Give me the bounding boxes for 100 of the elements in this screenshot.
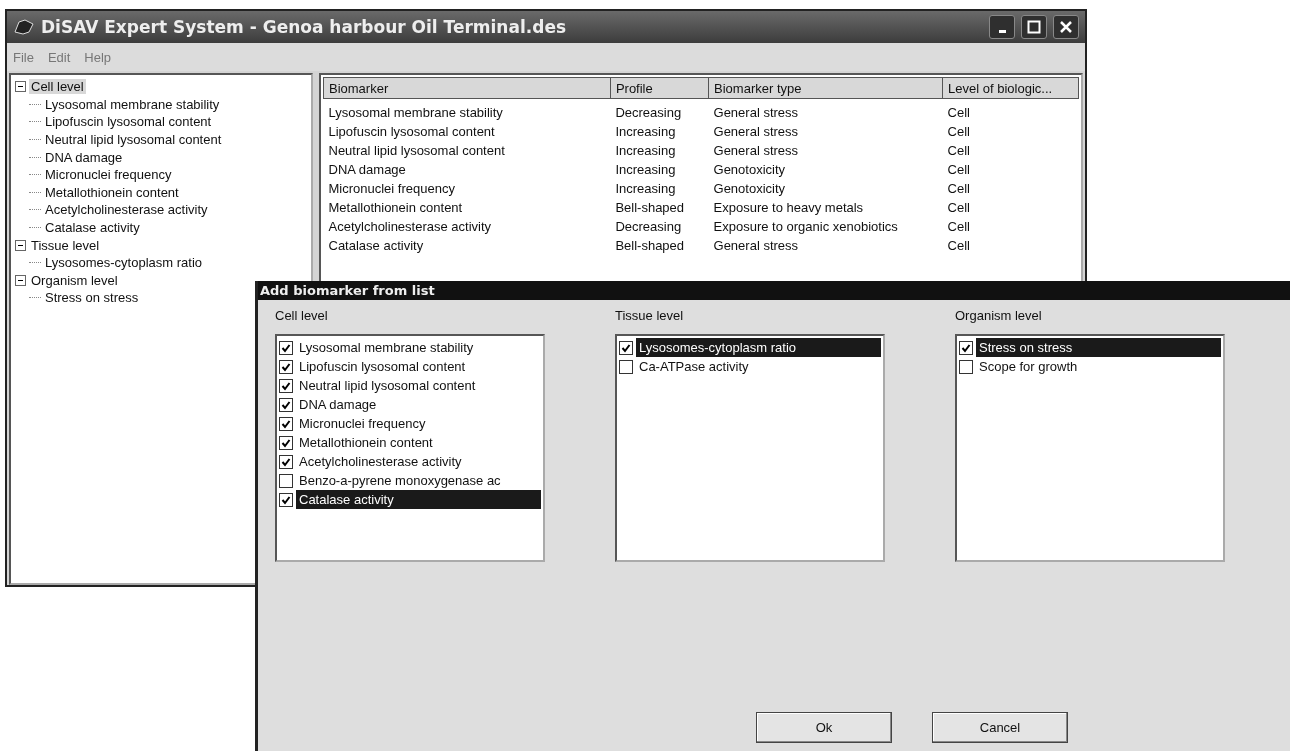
list-item[interactable]: Ca-ATPase activity xyxy=(636,357,881,376)
tree-node[interactable]: Metallothionein content xyxy=(43,184,181,200)
dialog-button[interactable]: Ok xyxy=(756,712,892,743)
table-cell: Cell xyxy=(942,98,1079,122)
checkbox[interactable] xyxy=(279,416,293,431)
check-icon xyxy=(281,418,291,429)
list-label: Cell level xyxy=(275,308,329,324)
checkbox[interactable] xyxy=(279,473,293,488)
app-icon xyxy=(13,18,35,36)
dialog-title: Add biomarker from list xyxy=(258,281,1290,300)
tree-node[interactable]: Lipofuscin lysosomal content xyxy=(43,114,214,130)
tree-node[interactable]: Lysosomal membrane stability xyxy=(43,96,222,112)
table-cell: Decreasing xyxy=(610,98,709,122)
window-title: DiSAV Expert System - Genoa harbour Oil Terminal.des xyxy=(41,17,567,37)
list-item[interactable]: Micronuclei frequency xyxy=(296,414,541,433)
list-item[interactable]: Stress on stress xyxy=(976,338,1221,357)
table-cell: General stress xyxy=(708,98,943,122)
table-cell-text: General stress xyxy=(712,123,800,141)
tree-node[interactable]: Lysosomes-cytoplasm ratio xyxy=(43,255,204,271)
table-cell-text: Increasing xyxy=(614,180,677,198)
dialog-button[interactable]: Cancel xyxy=(932,712,1068,743)
table-cell-text: Acetylcholinesterase activity xyxy=(327,218,493,236)
list-item[interactable]: Acetylcholinesterase activity xyxy=(296,452,541,471)
checkbox[interactable] xyxy=(279,454,293,469)
tree-node[interactable]: Cell level xyxy=(29,79,86,95)
list-item[interactable]: Neutral lipid lysosomal content xyxy=(296,376,541,395)
close-button[interactable] xyxy=(1053,15,1079,39)
table-cell-text: Genotoxicity xyxy=(712,161,787,179)
column-header[interactable]: Profile xyxy=(610,77,709,99)
minimize-icon xyxy=(998,29,1006,33)
list-label: Tissue level xyxy=(615,308,685,324)
checkbox[interactable] xyxy=(279,492,293,507)
checkbox[interactable] xyxy=(959,340,973,355)
table-cell-text: General stress xyxy=(712,237,800,255)
list-item[interactable]: DNA damage xyxy=(296,395,541,414)
table-cell-text: Increasing xyxy=(614,123,677,141)
collapse-icon[interactable] xyxy=(15,239,26,251)
list-item[interactable]: Scope for growth xyxy=(976,357,1221,376)
table-cell-text: Lipofuscin lysosomal content xyxy=(327,123,496,141)
check-icon xyxy=(281,494,291,505)
tree-node[interactable]: Acetylcholinesterase activity xyxy=(43,202,210,218)
table-cell-text: Cell xyxy=(946,199,971,217)
table-cell-text: Micronuclei frequency xyxy=(327,180,456,198)
check-icon xyxy=(281,380,291,391)
list-item[interactable]: Catalase activity xyxy=(296,490,541,509)
check-icon xyxy=(281,456,291,467)
checkbox[interactable] xyxy=(279,340,293,355)
table-cell-text: Cell xyxy=(946,218,971,236)
checkbox[interactable] xyxy=(279,378,293,393)
table-cell: Lysosomal membrane stability xyxy=(323,98,611,122)
table-cell-text: Genotoxicity xyxy=(712,180,787,198)
table-cell-text: Exposure to organic xenobiotics xyxy=(712,218,899,236)
tree-node[interactable]: Organism level xyxy=(29,272,120,288)
table-cell-text: Cell xyxy=(946,142,971,160)
collapse-icon[interactable] xyxy=(15,274,26,286)
tree-node[interactable]: Tissue level xyxy=(29,237,102,253)
check-icon xyxy=(281,437,291,448)
table-cell-text: General stress xyxy=(712,142,800,160)
table-cell-text: Cell xyxy=(946,123,971,141)
checkbox[interactable] xyxy=(959,359,973,374)
list-item[interactable]: Benzo-a-pyrene monoxygenase ac xyxy=(296,471,541,490)
tree-node[interactable]: Stress on stress xyxy=(43,290,141,306)
table-cell-text: Neutral lipid lysosomal content xyxy=(327,142,506,160)
table-cell-text: Increasing xyxy=(614,161,677,179)
list-item[interactable]: Lysosomal membrane stability xyxy=(296,338,541,357)
checkbox[interactable] xyxy=(619,359,633,374)
collapse-icon[interactable] xyxy=(15,81,26,93)
table-cell-text: Metallothionein content xyxy=(327,199,464,217)
table-cell-text: Bell-shaped xyxy=(614,237,686,255)
column-header[interactable]: Biomarker xyxy=(323,77,611,99)
table-cell-text: DNA damage xyxy=(327,161,407,179)
minimize-button[interactable] xyxy=(989,15,1015,39)
column-header[interactable]: Level of biologic... xyxy=(942,77,1079,99)
list-item[interactable]: Lysosomes-cytoplasm ratio xyxy=(636,338,881,357)
table-cell-text: Cell xyxy=(946,161,971,179)
tree-node[interactable]: Neutral lipid lysosomal content xyxy=(43,132,224,148)
table-cell-text: Catalase activity xyxy=(327,237,425,255)
tree-node[interactable]: Micronuclei frequency xyxy=(43,167,174,183)
table-cell-text: Cell xyxy=(946,180,971,198)
checkbox[interactable] xyxy=(279,397,293,412)
list-item[interactable]: Lipofuscin lysosomal content xyxy=(296,357,541,376)
check-icon xyxy=(621,342,631,353)
close-icon xyxy=(1059,20,1073,34)
table-cell-text: Cell xyxy=(946,237,971,255)
list-item[interactable]: Metallothionein content xyxy=(296,433,541,452)
table-cell-text: Increasing xyxy=(614,142,677,160)
table-cell-text: Decreasing xyxy=(614,218,683,236)
checkbox[interactable] xyxy=(279,435,293,450)
check-icon xyxy=(281,361,291,372)
column-header[interactable]: Biomarker type xyxy=(708,77,943,99)
maximize-button[interactable] xyxy=(1021,15,1047,39)
check-icon xyxy=(281,342,291,353)
table-cell-text: Bell-shaped xyxy=(614,199,686,217)
tree-node[interactable]: Catalase activity xyxy=(43,220,142,236)
tree-node[interactable]: DNA damage xyxy=(43,149,125,165)
check-icon xyxy=(961,342,971,353)
checkbox[interactable] xyxy=(619,340,633,355)
list-label: Organism level xyxy=(955,308,1043,324)
maximize-icon xyxy=(1027,20,1041,34)
checkbox[interactable] xyxy=(279,359,293,374)
